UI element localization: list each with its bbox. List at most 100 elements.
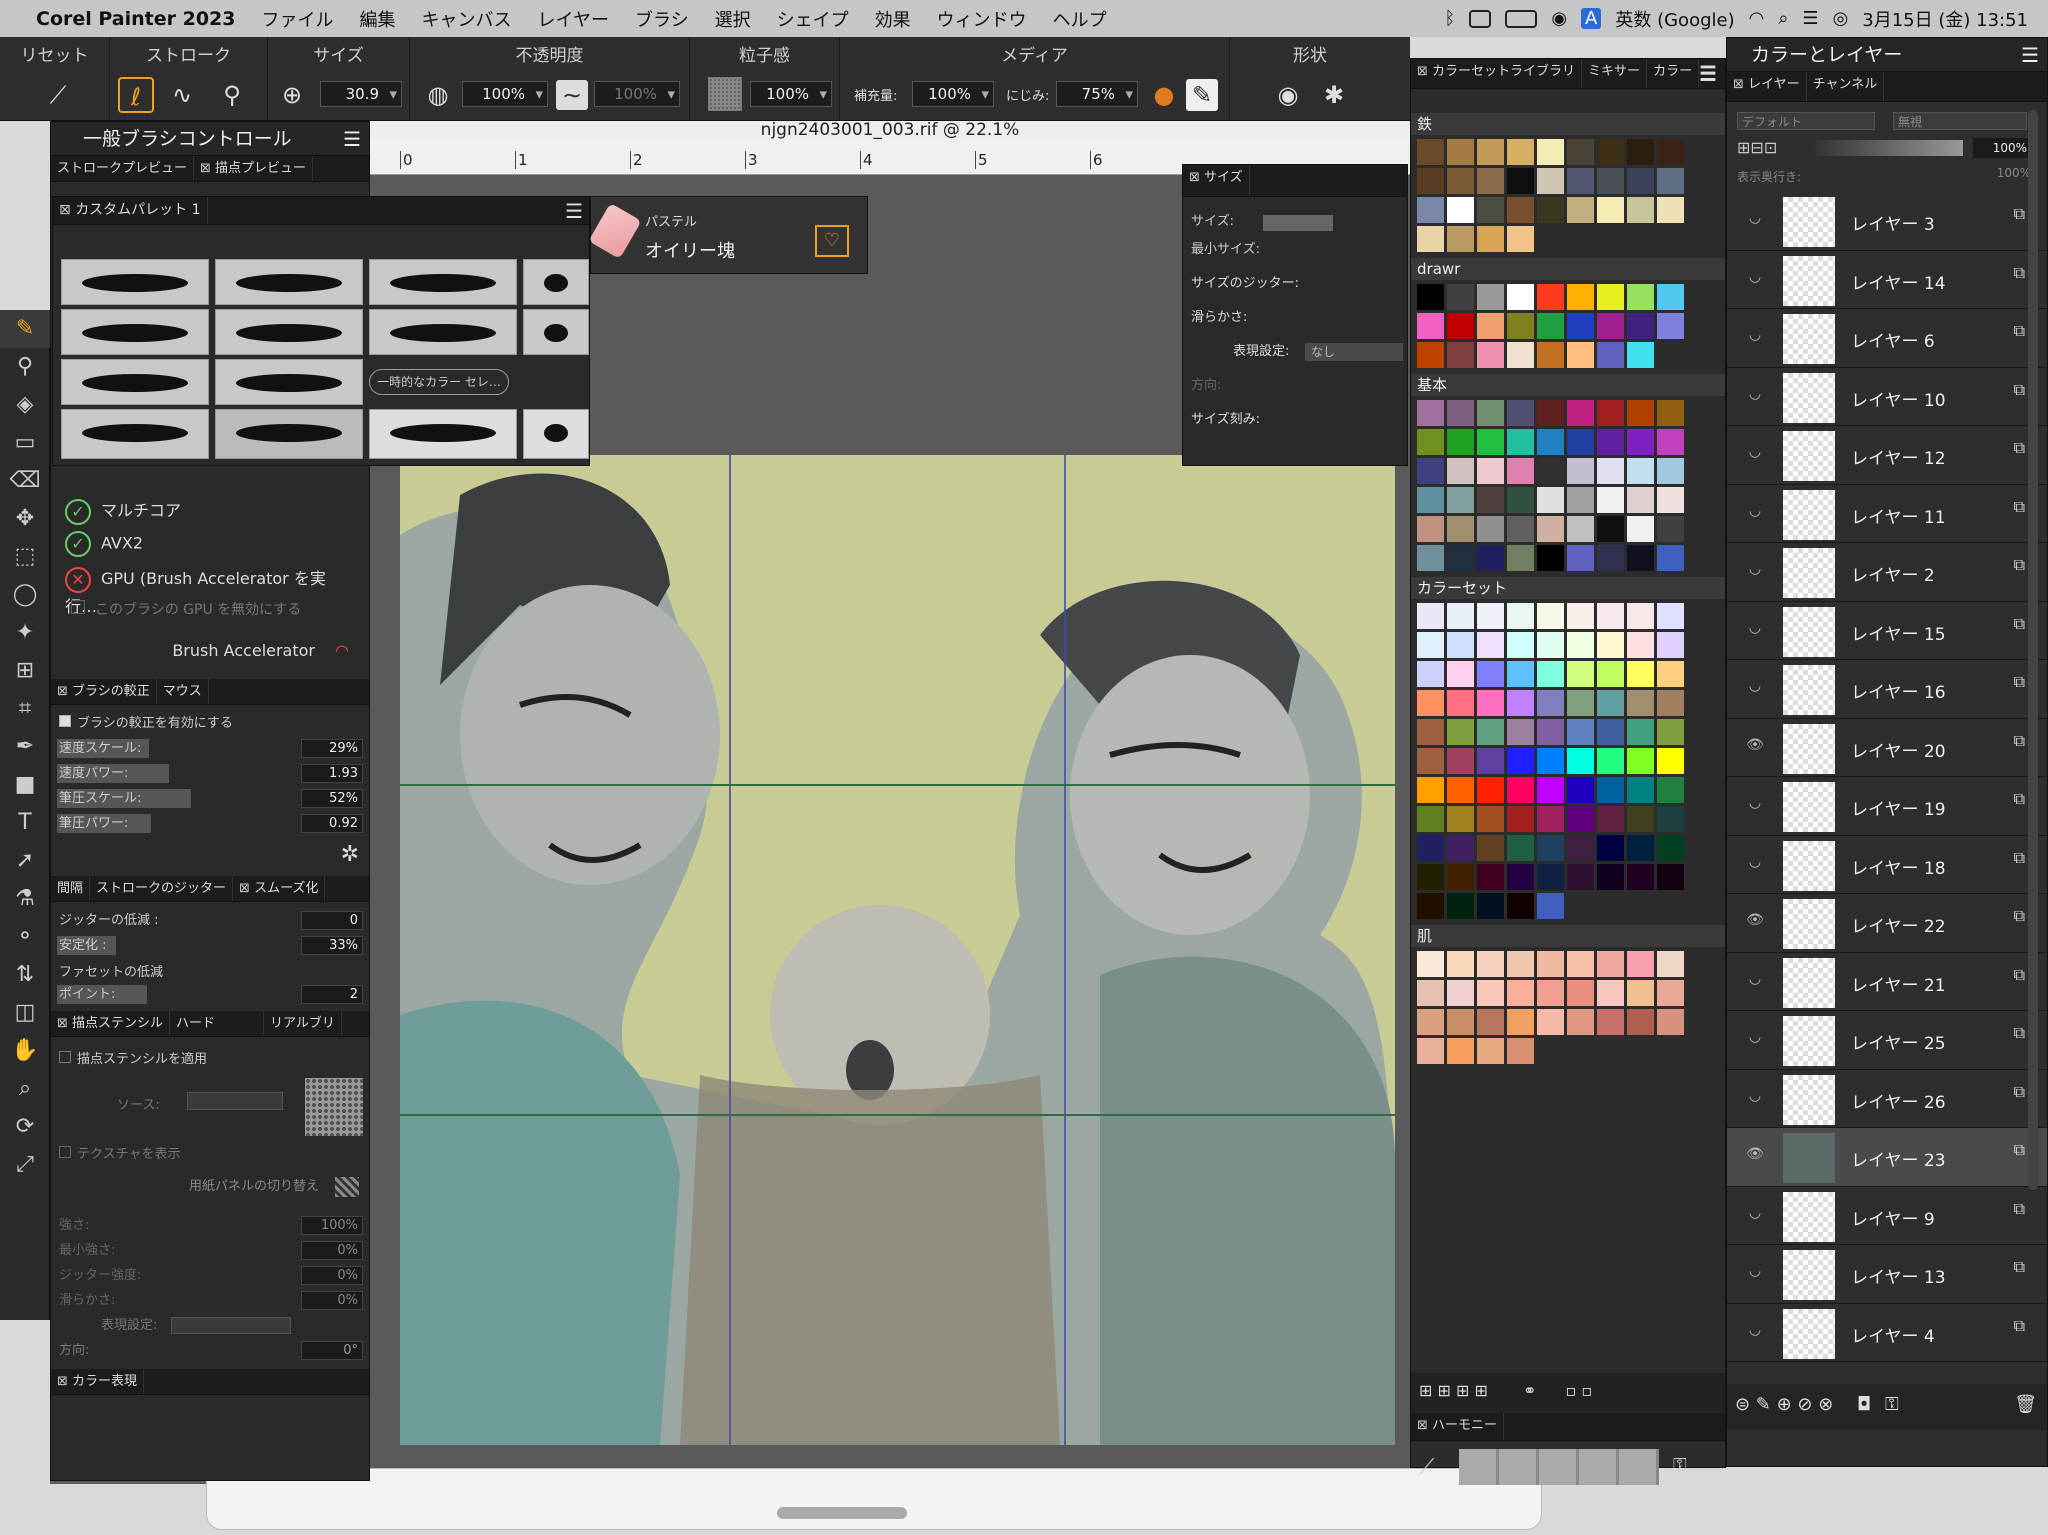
cube-icon[interactable]: ◫: [0, 994, 50, 1032]
color-swatch[interactable]: [1507, 139, 1534, 165]
layer-row[interactable]: ◡ レイヤー 4 ⧉: [1727, 1304, 2047, 1362]
color-swatch[interactable]: [1657, 951, 1684, 977]
color-swatch[interactable]: [1447, 603, 1474, 629]
color-swatch[interactable]: [1537, 487, 1564, 513]
color-swatch[interactable]: [1477, 168, 1504, 194]
rect-select-icon[interactable]: ⬚: [0, 538, 50, 576]
layer-opacity-value[interactable]: 100%: [1973, 138, 2031, 158]
gauge-icon[interactable]: ◠: [335, 641, 349, 660]
input-method[interactable]: 英数 (Google): [1615, 6, 1734, 32]
color-swatch[interactable]: [1627, 168, 1654, 194]
color-swatch[interactable]: [1567, 516, 1594, 542]
layer-row[interactable]: ◡ レイヤー 14 ⧉: [1727, 251, 2047, 309]
menu-file[interactable]: ファイル: [249, 6, 347, 32]
color-swatch[interactable]: [1657, 806, 1684, 832]
color-swatch[interactable]: [1627, 777, 1654, 803]
horizontal-scrollbar[interactable]: [777, 1507, 907, 1519]
color-swatch[interactable]: [1597, 806, 1624, 832]
color-swatch[interactable]: [1417, 429, 1444, 455]
tab-hard[interactable]: ハード: [170, 1011, 265, 1036]
layer-lock-icon[interactable]: ⧉: [2014, 1140, 2025, 1160]
color-swatch[interactable]: [1537, 313, 1564, 339]
color-swatch[interactable]: [1447, 458, 1474, 484]
color-swatch[interactable]: [1417, 168, 1444, 194]
color-swatch[interactable]: [1537, 429, 1564, 455]
color-swatch[interactable]: [1627, 951, 1654, 977]
harmony-lock-icon[interactable]: ⚿: [1673, 1455, 1687, 1476]
color-swatch[interactable]: [1507, 197, 1534, 223]
color-swatch[interactable]: [1447, 313, 1474, 339]
color-swatch[interactable]: [1567, 690, 1594, 716]
color-swatch[interactable]: [1567, 951, 1594, 977]
color-swatch[interactable]: [1597, 690, 1624, 716]
stencil-row[interactable]: 滑らかさ: 0%: [51, 1288, 369, 1313]
brush-preset-7[interactable]: [369, 309, 517, 355]
calibration-row[interactable]: 速度スケール: 29%: [51, 736, 369, 761]
layer-lock-icon[interactable]: ⧉: [2014, 906, 2025, 926]
eye-icon[interactable]: 👁: [1741, 737, 1769, 753]
tab-harmony[interactable]: ハーモニー: [1411, 1413, 1505, 1440]
color-swatch[interactable]: [1417, 458, 1444, 484]
layer-tools-icons[interactable]: ⊜ ✎ ⊕ ⊘ ⊗: [1735, 1394, 1833, 1415]
favorite-heart-icon[interactable]: ♡: [815, 225, 849, 257]
color-swatch[interactable]: [1657, 516, 1684, 542]
color-swatch[interactable]: [1657, 429, 1684, 455]
color-swatch[interactable]: [1477, 429, 1504, 455]
color-set-scroll[interactable]: 鉄 drawr 基本 カラーセット 肌: [1411, 111, 1725, 1373]
section-colorset[interactable]: カラーセット: [1411, 577, 1725, 599]
color-swatch[interactable]: [1507, 516, 1534, 542]
harmony-menu-icon[interactable]: ☰: [1699, 59, 1717, 87]
opacity-icon[interactable]: ◍: [420, 77, 456, 113]
color-swatch[interactable]: [1417, 806, 1444, 832]
color-swatch[interactable]: [1417, 719, 1444, 745]
color-swatch[interactable]: [1597, 516, 1624, 542]
brush-preset-1[interactable]: [61, 259, 209, 305]
color-swatch[interactable]: [1537, 632, 1564, 658]
tab-realbristle[interactable]: リアルブリ: [264, 1011, 342, 1036]
eye-icon[interactable]: 👁: [1741, 912, 1769, 928]
selector-icon[interactable]: ➚: [0, 842, 50, 880]
color-swatch[interactable]: [1597, 197, 1624, 223]
color-swatch[interactable]: [1447, 487, 1474, 513]
layer-panel-title[interactable]: カラーとレイヤー ☰: [1727, 38, 2047, 72]
color-swatch[interactable]: [1537, 342, 1564, 368]
color-swatch[interactable]: [1447, 777, 1474, 803]
calibration-row[interactable]: 筆圧スケール: 52%: [51, 786, 369, 811]
layer-lock-icon[interactable]: ⧉: [2014, 731, 2025, 751]
color-swatch[interactable]: [1657, 197, 1684, 223]
brush-preset-14[interactable]: [523, 409, 589, 459]
color-swatch[interactable]: [1657, 690, 1684, 716]
screen-mirror-icon[interactable]: [1469, 9, 1492, 28]
layer-row[interactable]: ◡ レイヤー 21 ⧉: [1727, 953, 2047, 1011]
calibration-value[interactable]: 0.92: [301, 814, 363, 833]
color-swatch[interactable]: [1537, 690, 1564, 716]
color-swatch[interactable]: [1417, 748, 1444, 774]
color-swatch[interactable]: [1627, 719, 1654, 745]
color-swatch[interactable]: [1657, 545, 1684, 571]
layer-lock-icon[interactable]: ⧉: [2014, 1082, 2025, 1102]
color-swatch[interactable]: [1447, 835, 1474, 861]
color-swatch[interactable]: [1477, 719, 1504, 745]
brush-preset-13[interactable]: [369, 409, 517, 459]
expr-dropdown[interactable]: [171, 1317, 291, 1334]
color-swatch[interactable]: [1657, 284, 1684, 310]
text-tool-icon[interactable]: T: [0, 804, 50, 842]
color-swatch[interactable]: [1507, 226, 1534, 252]
color-swatch[interactable]: [1477, 400, 1504, 426]
color-swatch[interactable]: [1627, 1009, 1654, 1035]
layer-row[interactable]: ◡ レイヤー 25 ⧉: [1727, 1011, 2047, 1070]
layer-row[interactable]: ◡ レイヤー 16 ⧉: [1727, 660, 2047, 719]
color-swatch[interactable]: [1567, 545, 1594, 571]
magic-wand-icon[interactable]: ✦: [0, 614, 50, 652]
wifi-icon[interactable]: ◠: [1749, 8, 1765, 29]
color-swatch[interactable]: [1417, 197, 1444, 223]
stencil-row[interactable]: 強さ: 100%: [51, 1213, 369, 1238]
eye-closed-icon[interactable]: ◡: [1741, 386, 1769, 402]
color-swatch[interactable]: [1507, 1009, 1534, 1035]
layer-lock-icon[interactable]: ⧉: [2014, 1023, 2025, 1043]
tab-smoothing[interactable]: スムーズ化: [233, 876, 326, 901]
color-swatch[interactable]: [1627, 516, 1654, 542]
color-swatch[interactable]: [1567, 835, 1594, 861]
color-swatch[interactable]: [1657, 777, 1684, 803]
layer-lock-icon[interactable]: ⧉: [2014, 614, 2025, 634]
